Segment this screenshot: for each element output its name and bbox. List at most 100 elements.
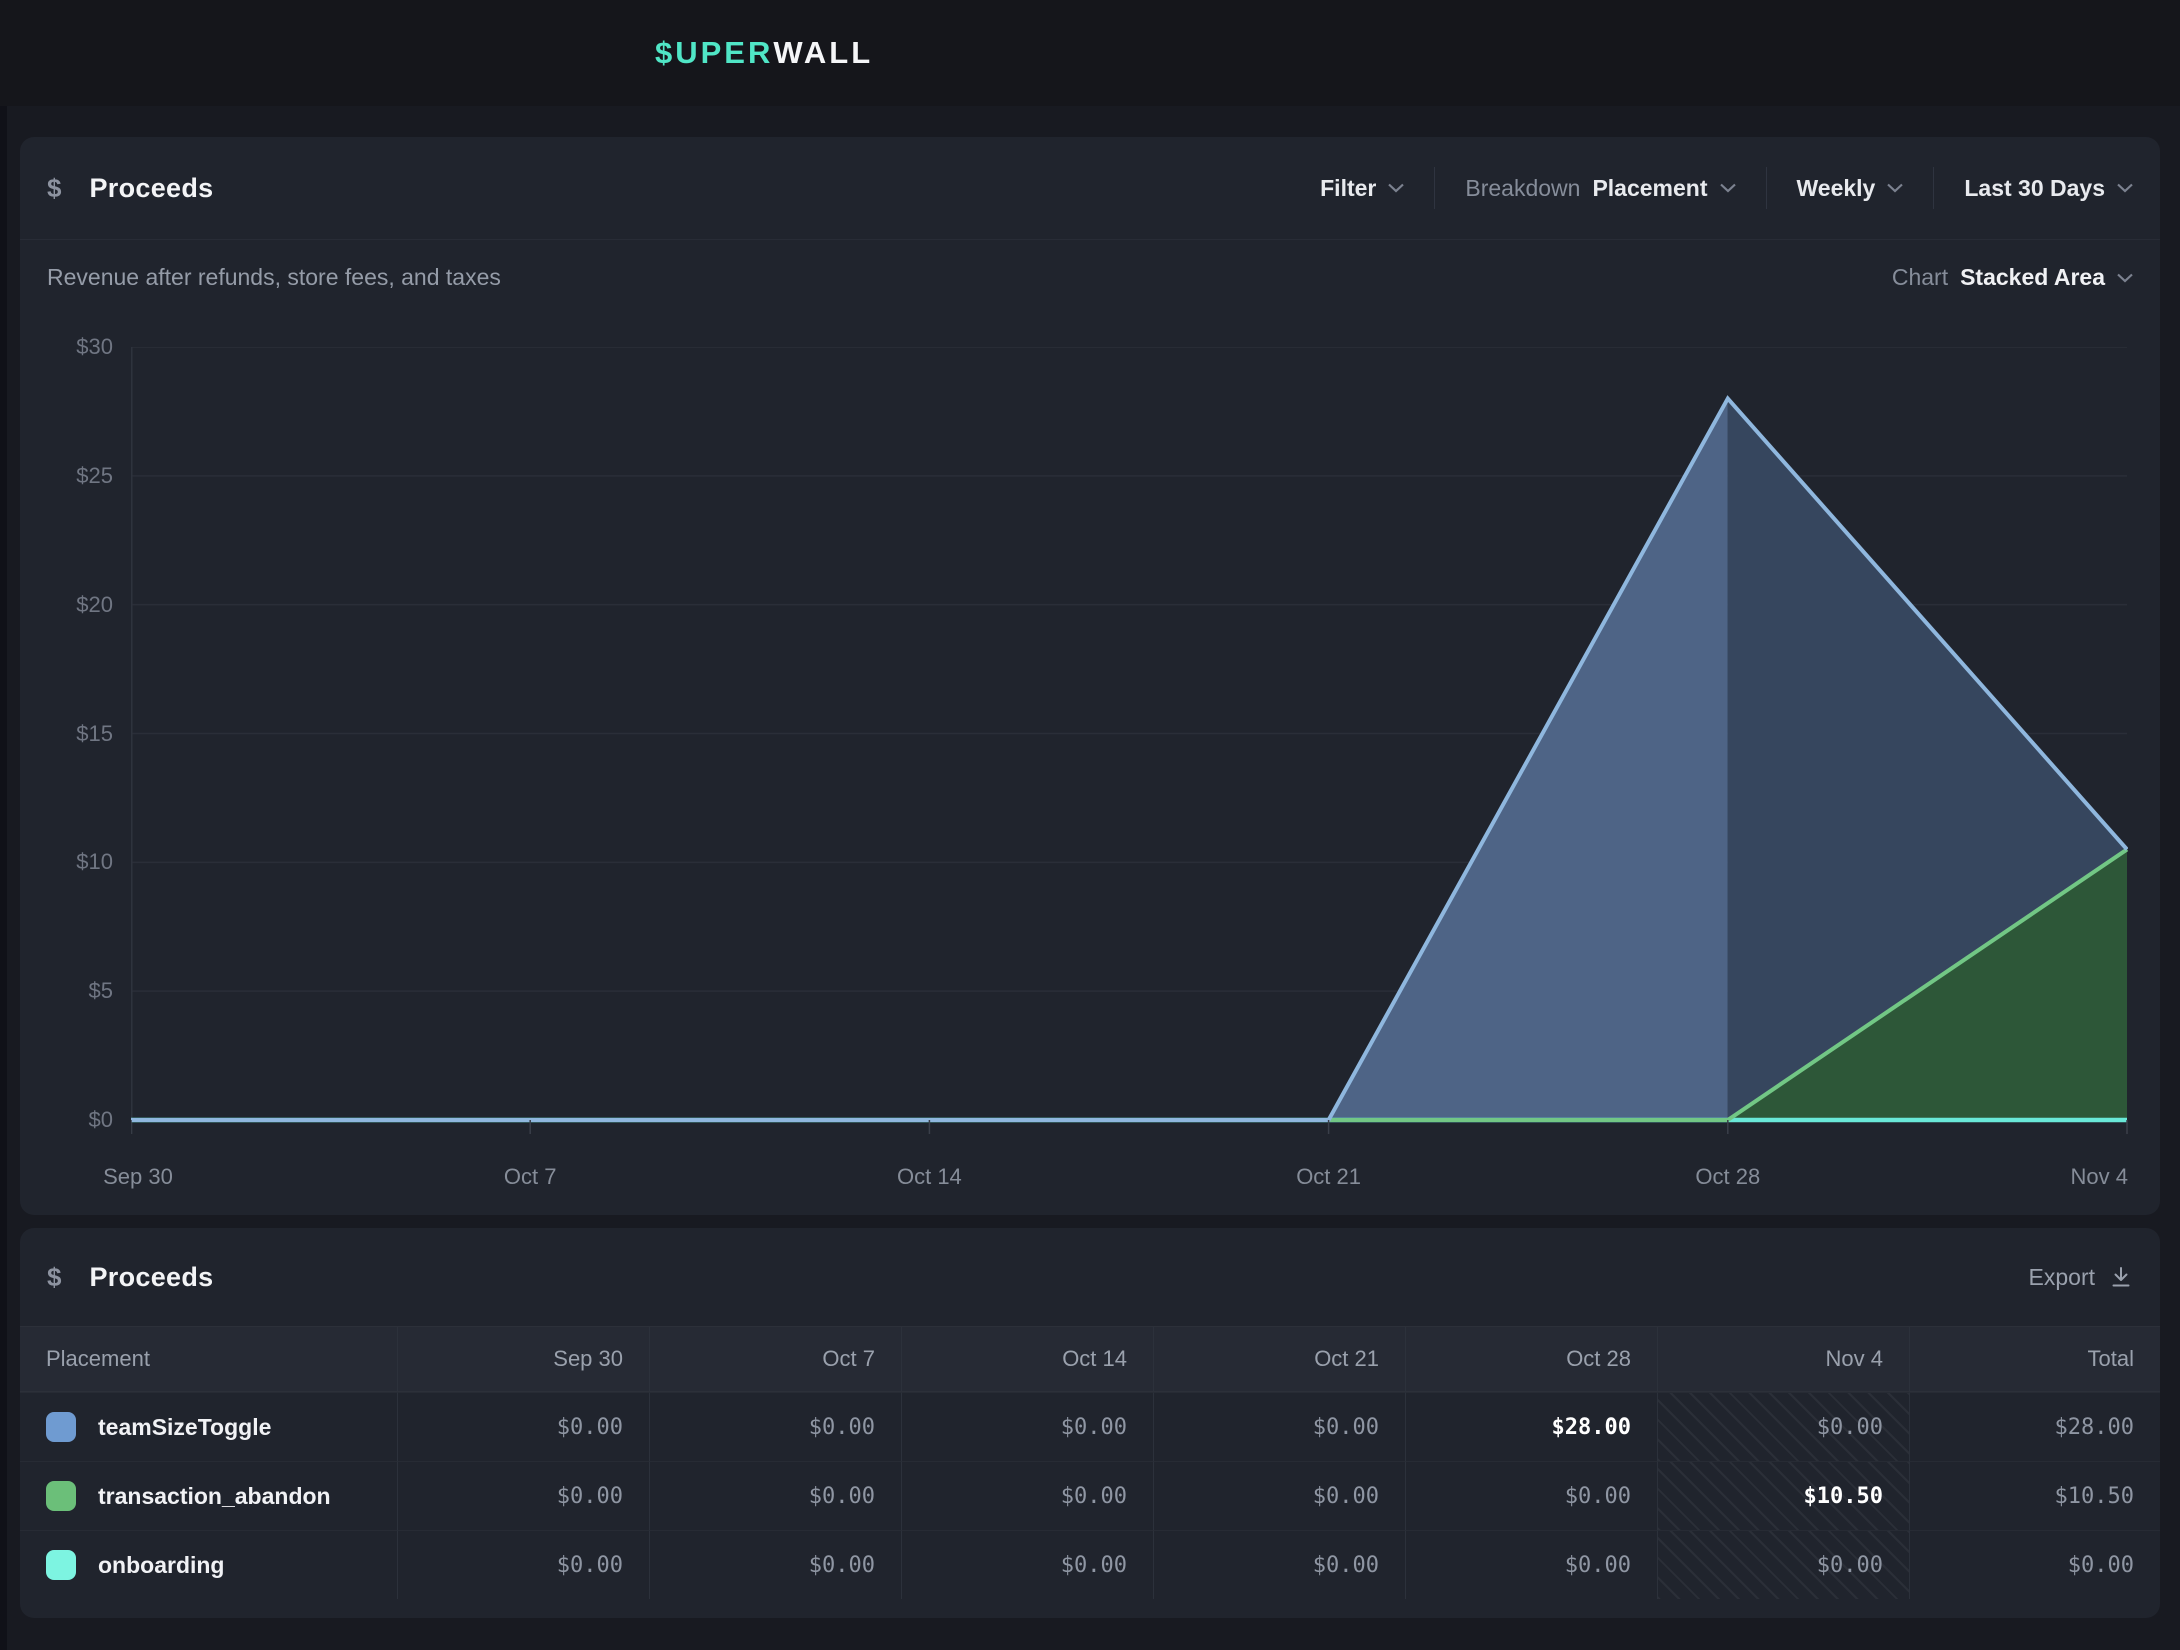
value-cell: $10.50 xyxy=(1657,1461,1909,1530)
y-tick-label: $15 xyxy=(20,720,113,748)
value-text: $0.00 xyxy=(809,1484,875,1509)
value-text: $0.00 xyxy=(1061,1484,1127,1509)
value-cell: $0.00 xyxy=(1657,1530,1909,1599)
breakdown-dropdown[interactable]: Breakdown Placement xyxy=(1435,175,1765,202)
value-cell: $0.00 xyxy=(649,1530,901,1599)
date-range-dropdown[interactable]: Last 30 Days xyxy=(1934,175,2133,202)
table-row-teamSizeToggle[interactable]: teamSizeToggle $0.00 $0.00 $0.00 $0.00 $28.00… xyxy=(20,1392,2160,1461)
value-text: $0.00 xyxy=(1817,1553,1883,1578)
value-text: $0.00 xyxy=(1061,1415,1127,1440)
value-cell: $0.00 xyxy=(397,1392,649,1461)
value-text: $0.00 xyxy=(1313,1484,1379,1509)
column-header-oct-7: Oct 7 xyxy=(649,1327,901,1391)
x-tick-label: Nov 4 xyxy=(2071,1164,2128,1190)
value-cell: $0.00 xyxy=(1909,1530,2160,1599)
value-text: $10.50 xyxy=(2055,1484,2134,1509)
x-tick-label: Oct 21 xyxy=(1296,1164,1361,1190)
value-cell: $28.00 xyxy=(1405,1392,1657,1461)
value-text: $10.50 xyxy=(1804,1484,1883,1509)
value-text: $0.00 xyxy=(1565,1553,1631,1578)
placement-name: onboarding xyxy=(98,1552,224,1579)
value-cell: $0.00 xyxy=(1153,1461,1405,1530)
chevron-down-icon xyxy=(1720,183,1736,193)
column-header-oct-28: Oct 28 xyxy=(1405,1327,1657,1391)
column-header-sep-30: Sep 30 xyxy=(397,1327,649,1391)
column-header-placement: Placement xyxy=(20,1327,397,1391)
value-text: $0.00 xyxy=(1313,1553,1379,1578)
logo-rest: WALL xyxy=(773,35,873,71)
series-color-swatch xyxy=(46,1481,76,1511)
placement-cell: transaction_abandon xyxy=(20,1461,397,1530)
dollar-icon: $ xyxy=(47,1262,61,1293)
value-cell: $0.00 xyxy=(1153,1530,1405,1599)
chart-card-title: Proceeds xyxy=(89,173,213,204)
value-text: $28.00 xyxy=(2055,1415,2134,1440)
x-tick-label: Sep 30 xyxy=(103,1164,173,1190)
x-tick-label: Oct 14 xyxy=(897,1164,962,1190)
value-text: $28.00 xyxy=(1552,1415,1631,1440)
value-text: $0.00 xyxy=(1565,1484,1631,1509)
column-header-total: Total xyxy=(1909,1327,2160,1391)
date-range-value: Last 30 Days xyxy=(1964,175,2105,202)
table-row-transaction_abandon[interactable]: transaction_abandon $0.00 $0.00 $0.00 $0.00 $… xyxy=(20,1461,2160,1530)
series-color-swatch xyxy=(46,1550,76,1580)
column-header-oct-14: Oct 14 xyxy=(901,1327,1153,1391)
superwall-logo: $UPERWALL xyxy=(655,0,873,106)
proceeds-table: PlacementSep 30Oct 7Oct 14Oct 21Oct 28No… xyxy=(20,1326,2160,1599)
y-axis-labels: $30$25$20$15$10$5$0 xyxy=(20,347,113,1120)
download-icon xyxy=(2109,1265,2133,1289)
value-cell: $0.00 xyxy=(901,1392,1153,1461)
proceeds-chart-card: $ Proceeds Filter Breakdown Placement We… xyxy=(20,137,2160,1215)
value-text: $0.00 xyxy=(1313,1415,1379,1440)
column-header-nov-4: Nov 4 xyxy=(1657,1327,1909,1391)
breakdown-value: Placement xyxy=(1592,175,1707,202)
x-tick-label: Oct 28 xyxy=(1695,1164,1760,1190)
table-row-onboarding[interactable]: onboarding $0.00 $0.00 $0.00 $0.00 $0.00 $0.00… xyxy=(20,1530,2160,1599)
table-header-row: PlacementSep 30Oct 7Oct 14Oct 21Oct 28No… xyxy=(20,1326,2160,1392)
value-text: $0.00 xyxy=(809,1553,875,1578)
value-cell: $0.00 xyxy=(901,1530,1153,1599)
value-text: $0.00 xyxy=(2068,1553,2134,1578)
value-cell: $0.00 xyxy=(1657,1392,1909,1461)
stacked-area-chart[interactable] xyxy=(131,347,2128,1135)
breakdown-label: Breakdown xyxy=(1465,175,1580,202)
export-button[interactable]: Export xyxy=(2029,1264,2133,1291)
interval-value: Weekly xyxy=(1797,175,1876,202)
column-header-oct-21: Oct 21 xyxy=(1153,1327,1405,1391)
chevron-down-icon xyxy=(1887,183,1903,193)
top-bar: $UPERWALL xyxy=(0,0,2180,106)
chevron-down-icon xyxy=(2117,273,2133,283)
filter-label: Filter xyxy=(1320,175,1376,202)
value-cell: $0.00 xyxy=(901,1461,1153,1530)
value-text: $0.00 xyxy=(809,1415,875,1440)
value-cell: $0.00 xyxy=(1405,1530,1657,1599)
value-text: $0.00 xyxy=(557,1415,623,1440)
value-text: $0.00 xyxy=(1061,1553,1127,1578)
plot-area xyxy=(131,347,2128,1135)
y-tick-label: $25 xyxy=(20,462,113,490)
filter-dropdown[interactable]: Filter xyxy=(1290,175,1434,202)
dollar-icon: $ xyxy=(47,173,61,204)
placement-cell: teamSizeToggle xyxy=(20,1392,397,1461)
value-cell: $0.00 xyxy=(1153,1392,1405,1461)
chevron-down-icon xyxy=(1388,183,1404,193)
y-tick-label: $0 xyxy=(20,1106,113,1134)
x-tick-label: Oct 7 xyxy=(504,1164,557,1190)
y-tick-label: $20 xyxy=(20,591,113,619)
y-tick-label: $5 xyxy=(20,977,113,1005)
area-teamsizetoggle-complete xyxy=(131,399,1728,1120)
chevron-down-icon xyxy=(2117,183,2133,193)
value-cell: $0.00 xyxy=(649,1461,901,1530)
chart-subtitle: Revenue after refunds, store fees, and t… xyxy=(47,264,501,291)
chart-type-label: Chart xyxy=(1892,264,1948,291)
value-cell: $0.00 xyxy=(1405,1461,1657,1530)
interval-dropdown[interactable]: Weekly xyxy=(1767,175,1934,202)
x-axis-labels: Sep 30Oct 7Oct 14Oct 21Oct 28Nov 4 xyxy=(131,1164,2128,1198)
table-card-header: $ Proceeds Export xyxy=(20,1228,2160,1326)
placement-cell: onboarding xyxy=(20,1530,397,1599)
placement-name: teamSizeToggle xyxy=(98,1414,271,1441)
chart-type-dropdown[interactable]: Chart Stacked Area xyxy=(1892,264,2133,291)
table-card-title: Proceeds xyxy=(89,1262,213,1293)
value-cell: $0.00 xyxy=(397,1530,649,1599)
value-text: $0.00 xyxy=(557,1553,623,1578)
